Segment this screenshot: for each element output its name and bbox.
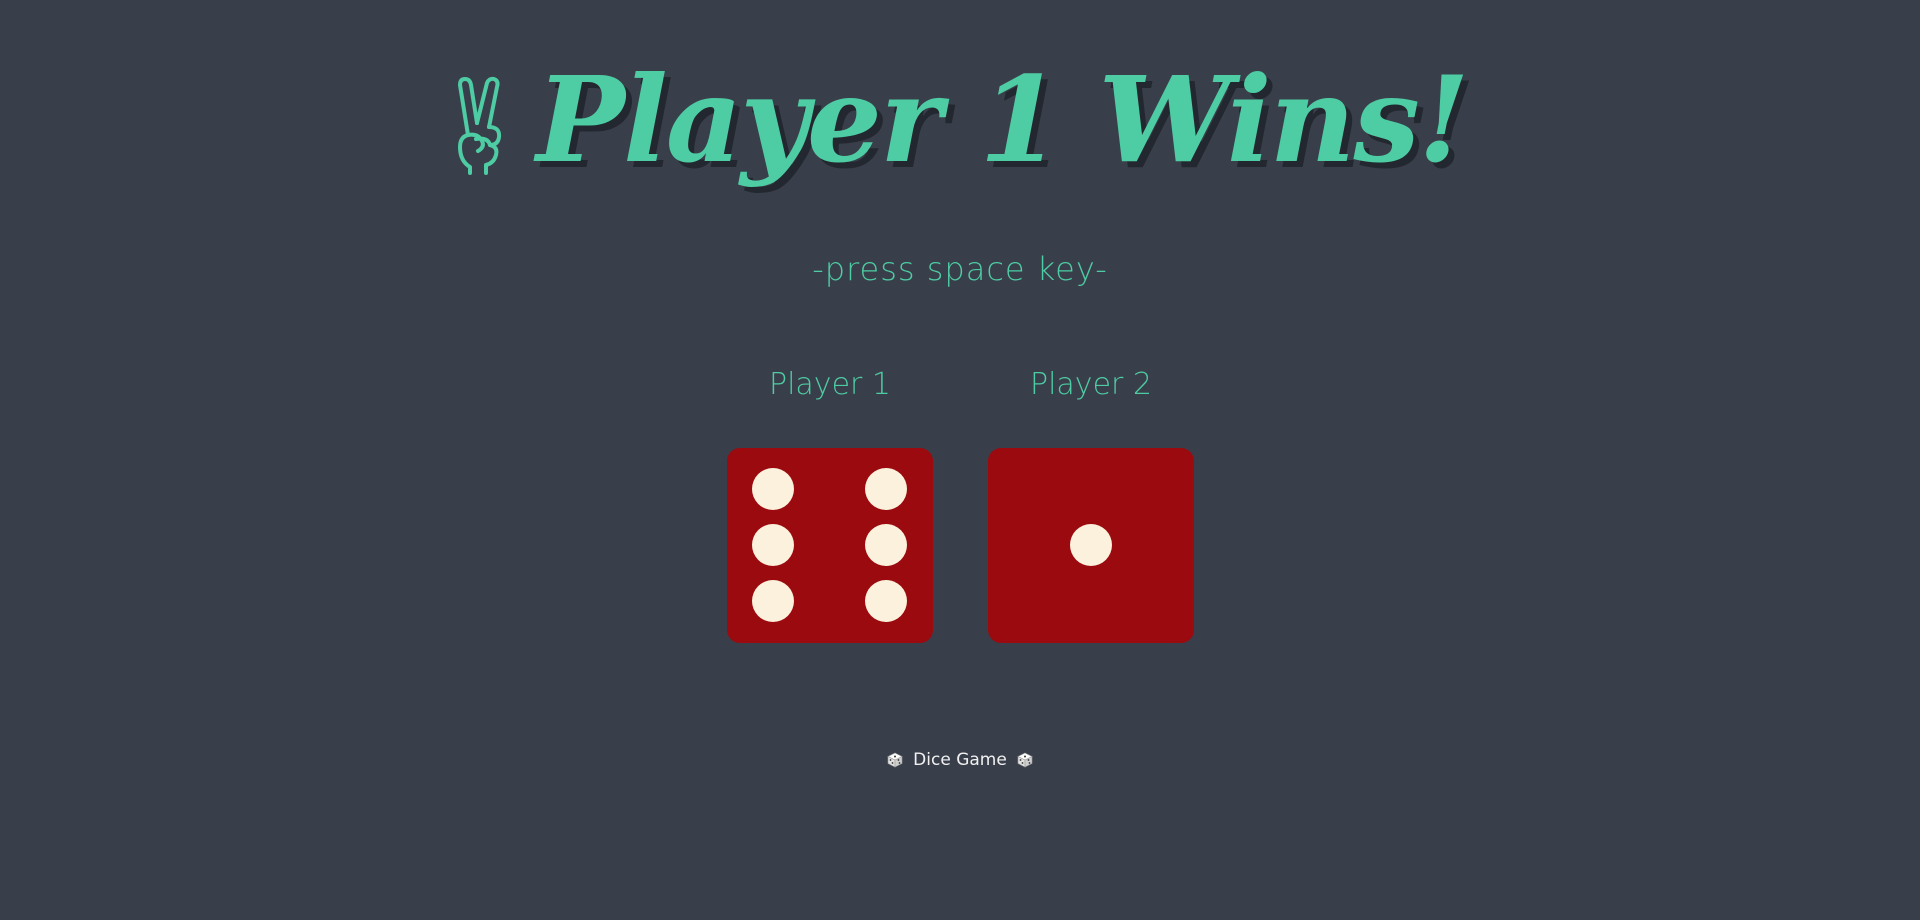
die-pip (1070, 524, 1112, 566)
die-pip (752, 580, 794, 622)
player-2-die (988, 448, 1194, 643)
player-1-panel: Player 1 (727, 360, 933, 643)
dice-icon (887, 752, 903, 768)
die-pip (865, 580, 907, 622)
player-2-panel: Player 2 (988, 360, 1194, 643)
die-pip (865, 524, 907, 566)
die-pip (752, 524, 794, 566)
winner-banner: Player 1 Wins! (0, 50, 1920, 190)
player-1-label: Player 1 (769, 367, 891, 402)
victory-hand-icon (452, 75, 506, 175)
press-space-instruction: -press space key- (812, 250, 1108, 288)
winner-title: Player 1 Wins! (536, 50, 1469, 189)
dice-icon (1017, 752, 1033, 768)
die-pip (752, 468, 794, 510)
footer-text: Dice Game (913, 750, 1007, 770)
die-pip (865, 468, 907, 510)
footer: Dice Game (0, 750, 1920, 770)
player-1-die (727, 448, 933, 643)
player-2-label: Player 2 (1030, 367, 1152, 402)
